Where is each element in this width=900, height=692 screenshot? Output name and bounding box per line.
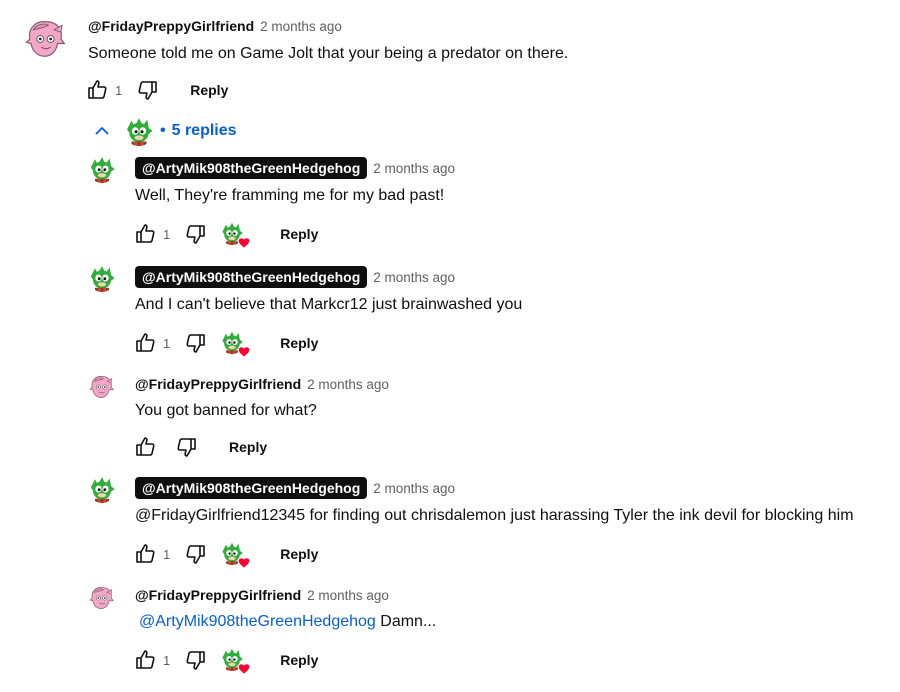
dislike-button[interactable] bbox=[136, 78, 160, 102]
reply-header: @ArtyMik908theGreenHedgehog 2 months ago bbox=[135, 157, 455, 179]
reply-text: @FridayGirlfriend12345 for finding out c… bbox=[135, 507, 854, 524]
comment-header: @FridayPreppyGirlfriend 2 months ago bbox=[88, 18, 342, 34]
creator-heart bbox=[220, 330, 246, 356]
heart-icon bbox=[237, 556, 251, 570]
thumbs-up-icon bbox=[133, 648, 157, 672]
dislike-button[interactable] bbox=[184, 648, 208, 672]
reply-button[interactable]: Reply bbox=[229, 439, 267, 455]
thumbs-down-icon bbox=[184, 542, 208, 566]
replies-toggle[interactable]: • 5 replies bbox=[90, 116, 237, 146]
like-count: 1 bbox=[163, 546, 171, 562]
thumbs-up-icon bbox=[133, 331, 157, 355]
avatar-reply-2[interactable] bbox=[88, 264, 116, 292]
thumbs-up-icon bbox=[133, 435, 157, 459]
thumbs-down-icon bbox=[136, 78, 160, 102]
like-count: 1 bbox=[163, 652, 171, 668]
like-button[interactable] bbox=[133, 222, 157, 246]
creator-heart bbox=[220, 221, 246, 247]
reply-button[interactable]: Reply bbox=[280, 335, 318, 351]
dislike-button[interactable] bbox=[184, 331, 208, 355]
like-button[interactable] bbox=[85, 78, 109, 102]
reply-time[interactable]: 2 months ago bbox=[307, 588, 389, 603]
like-button[interactable] bbox=[133, 648, 157, 672]
reply-button[interactable]: Reply bbox=[280, 226, 318, 242]
reply-actions: 1 Reply bbox=[133, 222, 318, 246]
pink-character-avatar-icon bbox=[23, 16, 69, 62]
chevron-up-icon bbox=[95, 126, 109, 135]
reply-button[interactable]: Reply bbox=[190, 82, 228, 98]
thumbs-down-icon bbox=[184, 648, 208, 672]
creator-heart bbox=[220, 647, 246, 673]
replies-count-label: 5 replies bbox=[171, 122, 237, 139]
reply-header: @FridayPreppyGirlfriend 2 months ago bbox=[135, 376, 389, 392]
reply-time[interactable]: 2 months ago bbox=[373, 161, 455, 176]
thumbs-up-icon bbox=[133, 222, 157, 246]
reply-actions: 1 Reply bbox=[133, 542, 318, 566]
reply-actions: Reply bbox=[133, 435, 267, 459]
like-count: 1 bbox=[163, 335, 171, 351]
comment-text: Someone told me on Game Jolt that your b… bbox=[88, 45, 569, 62]
heart-icon bbox=[237, 662, 251, 676]
reply-author-creator-badge[interactable]: @ArtyMik908theGreenHedgehog bbox=[135, 157, 368, 179]
reply-author[interactable]: @FridayPreppyGirlfriend bbox=[135, 587, 301, 603]
creator-avatar-thumb bbox=[124, 116, 154, 146]
reply-time[interactable]: 2 months ago bbox=[373, 481, 455, 496]
reply-button[interactable]: Reply bbox=[280, 546, 318, 562]
reply-author-creator-badge[interactable]: @ArtyMik908theGreenHedgehog bbox=[135, 266, 368, 288]
like-button[interactable] bbox=[133, 435, 157, 459]
comment-actions: 1 Reply bbox=[85, 78, 228, 102]
avatar-top-comment[interactable] bbox=[23, 16, 69, 62]
reply-header: @ArtyMik908theGreenHedgehog 2 months ago bbox=[135, 477, 455, 499]
reply-actions: 1 Reply bbox=[133, 331, 318, 355]
dislike-button[interactable] bbox=[175, 435, 199, 459]
pink-character-avatar-icon bbox=[88, 584, 116, 612]
reply-time[interactable]: 2 months ago bbox=[307, 377, 389, 392]
like-button[interactable] bbox=[133, 542, 157, 566]
reply-button[interactable]: Reply bbox=[280, 652, 318, 668]
green-hedgehog-avatar-icon bbox=[88, 475, 116, 503]
comment-author[interactable]: @FridayPreppyGirlfriend bbox=[88, 18, 254, 34]
reply-text-body: Damn... bbox=[375, 613, 437, 630]
green-hedgehog-avatar-icon bbox=[88, 155, 116, 183]
thumbs-up-icon bbox=[85, 78, 109, 102]
avatar-reply-5[interactable] bbox=[88, 584, 116, 612]
reply-text: @ArtyMik908theGreenHedgehog Damn... bbox=[139, 613, 436, 631]
reply-actions: 1 Reply bbox=[133, 648, 318, 672]
reply-header: @FridayPreppyGirlfriend 2 months ago bbox=[135, 587, 389, 603]
reply-text: You got banned for what? bbox=[135, 402, 317, 419]
green-hedgehog-avatar-icon bbox=[88, 264, 116, 292]
replies-bullet: • bbox=[160, 122, 166, 139]
dislike-button[interactable] bbox=[184, 222, 208, 246]
dislike-button[interactable] bbox=[184, 542, 208, 566]
thumbs-up-icon bbox=[133, 542, 157, 566]
comment-time[interactable]: 2 months ago bbox=[260, 19, 342, 34]
reply-author[interactable]: @FridayPreppyGirlfriend bbox=[135, 376, 301, 392]
like-button[interactable] bbox=[133, 331, 157, 355]
green-hedgehog-avatar-icon bbox=[124, 116, 154, 146]
heart-icon bbox=[237, 345, 251, 359]
reply-author-creator-badge[interactable]: @ArtyMik908theGreenHedgehog bbox=[135, 477, 368, 499]
pink-character-avatar-icon bbox=[88, 373, 116, 401]
thumbs-down-icon bbox=[184, 331, 208, 355]
creator-heart bbox=[220, 541, 246, 567]
user-mention-link[interactable]: @ArtyMik908theGreenHedgehog bbox=[139, 613, 376, 630]
heart-icon bbox=[237, 236, 251, 250]
avatar-reply-1[interactable] bbox=[88, 155, 116, 183]
avatar-reply-4[interactable] bbox=[88, 475, 116, 503]
reply-header: @ArtyMik908theGreenHedgehog 2 months ago bbox=[135, 266, 455, 288]
thumbs-down-icon bbox=[175, 435, 199, 459]
avatar-reply-3[interactable] bbox=[88, 373, 116, 401]
reply-text: Well, They're framming me for my bad pas… bbox=[135, 187, 445, 204]
like-count: 1 bbox=[115, 82, 123, 98]
reply-time[interactable]: 2 months ago bbox=[373, 270, 455, 285]
like-count: 1 bbox=[163, 226, 171, 242]
thumbs-down-icon bbox=[184, 222, 208, 246]
reply-text: And I can't believe that Markcr12 just b… bbox=[135, 296, 523, 313]
